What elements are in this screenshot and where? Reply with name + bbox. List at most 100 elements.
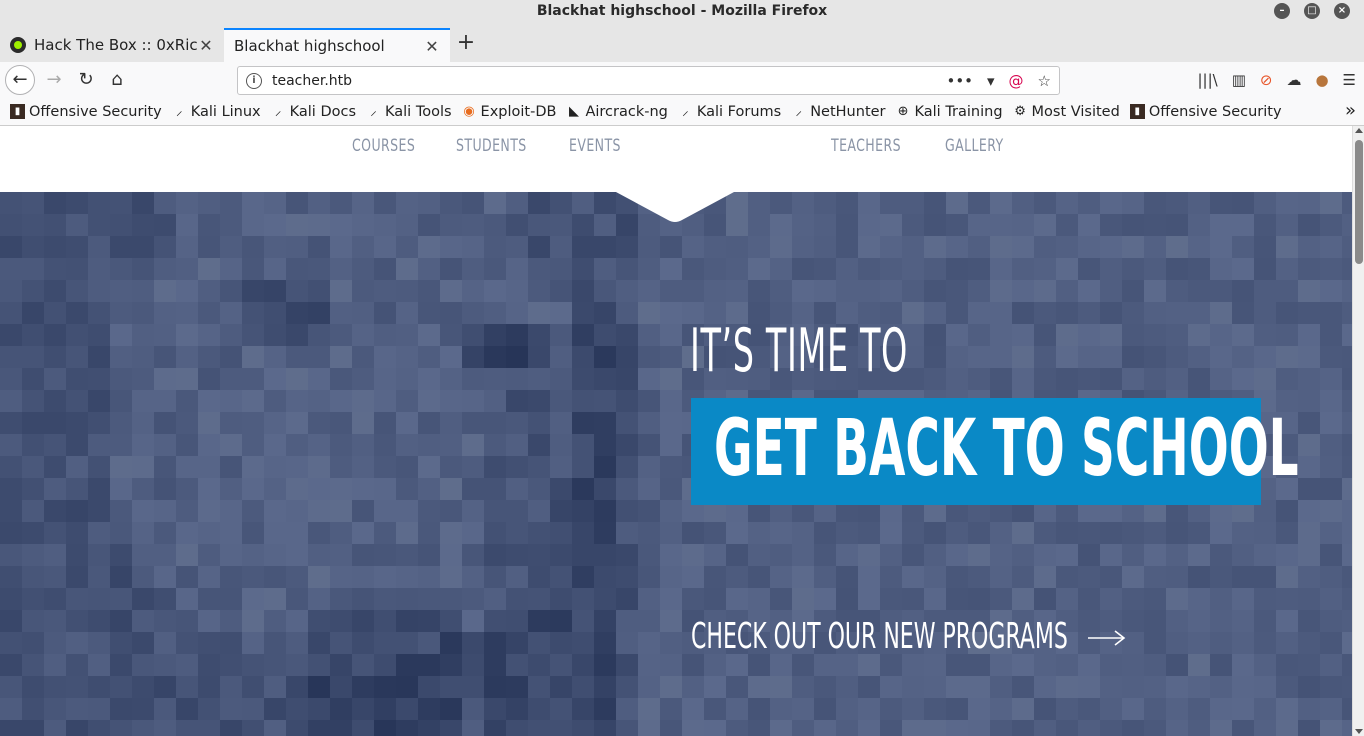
url-input[interactable] xyxy=(272,72,947,89)
arrow-right-icon[interactable] xyxy=(1088,626,1126,650)
background-tile xyxy=(1056,192,1078,214)
background-tile xyxy=(594,566,616,588)
background-tile xyxy=(1210,236,1232,258)
background-tile xyxy=(308,324,330,346)
menu-icon[interactable]: ☰ xyxy=(1343,71,1356,89)
background-tile xyxy=(616,500,638,522)
nav-link-events[interactable]: EVENTS xyxy=(569,136,621,156)
maximize-button[interactable]: □ xyxy=(1304,3,1320,19)
background-tile xyxy=(968,302,990,324)
background-tile xyxy=(968,698,990,720)
library-icon[interactable]: |||\ xyxy=(1197,71,1217,89)
background-tile xyxy=(462,412,484,434)
nav-link-gallery[interactable]: GALLERY xyxy=(945,136,1004,156)
bookmark-item[interactable]: ⸝ Kali Forums xyxy=(678,104,781,120)
nav-link-courses[interactable]: COURSES xyxy=(352,136,415,156)
background-tile xyxy=(352,522,374,544)
background-tile xyxy=(616,610,638,632)
background-tile xyxy=(1034,676,1056,698)
scroll-down-arrow[interactable] xyxy=(1355,729,1363,734)
bookmark-item[interactable]: ⸝ Kali Linux xyxy=(172,104,261,120)
background-tile xyxy=(1298,434,1320,456)
scroll-thumb[interactable] xyxy=(1355,140,1363,264)
background-tile xyxy=(418,654,440,676)
forward-button[interactable]: → xyxy=(40,66,68,94)
bookmark-item[interactable]: ⸝ Kali Docs xyxy=(271,104,356,120)
background-tile xyxy=(374,478,396,500)
background-tile xyxy=(1188,566,1210,588)
home-button[interactable]: ⌂ xyxy=(103,66,131,94)
back-button[interactable]: ← xyxy=(5,65,35,95)
background-tile xyxy=(1144,346,1166,368)
tab-blackhat-highschool[interactable]: Blackhat highschool ✕ xyxy=(224,28,450,62)
bookmark-item[interactable]: ▮ Offensive Security xyxy=(1129,104,1282,120)
background-tile xyxy=(286,390,308,412)
background-tile xyxy=(66,192,88,214)
cookie-icon[interactable]: ● xyxy=(1315,71,1328,89)
nav-link-teachers[interactable]: TEACHERS xyxy=(831,136,901,156)
debian-icon[interactable]: @ xyxy=(1009,72,1024,90)
close-tab-icon[interactable]: ✕ xyxy=(198,36,214,55)
close-tab-icon[interactable]: ✕ xyxy=(424,37,440,56)
background-tile xyxy=(330,346,352,368)
background-tile xyxy=(154,368,176,390)
sidebar-icon[interactable]: ▥ xyxy=(1232,71,1246,89)
extension-ghost-icon[interactable]: ☁ xyxy=(1286,71,1301,89)
site-info-icon[interactable]: i xyxy=(246,72,262,89)
background-tile xyxy=(770,522,792,544)
pocket-icon[interactable]: ▾ xyxy=(987,72,995,90)
exploit-db-icon: ◉ xyxy=(463,104,475,119)
nav-link-students[interactable]: STUDENTS xyxy=(456,136,527,156)
tab-hackthebox[interactable]: Hack The Box :: 0xRick ✕ xyxy=(0,28,224,62)
background-tile xyxy=(110,390,132,412)
background-tile xyxy=(220,258,242,280)
bookmark-item[interactable]: ◣ Aircrack-ng xyxy=(566,104,668,120)
background-tile xyxy=(308,368,330,390)
bookmark-item[interactable]: ⸝ Kali Tools xyxy=(366,104,451,120)
background-tile xyxy=(770,698,792,720)
background-tile xyxy=(308,236,330,258)
programs-link[interactable]: CHECK OUT OUR NEW PROGRAMS xyxy=(691,616,1068,657)
background-tile xyxy=(418,720,440,736)
page-scrollbar[interactable] xyxy=(1352,126,1364,736)
background-tile xyxy=(506,346,528,368)
background-tile xyxy=(264,302,286,324)
extension-blocker-icon[interactable]: ⊘ xyxy=(1260,71,1273,89)
background-tile xyxy=(286,346,308,368)
background-tile xyxy=(440,676,462,698)
background-tile xyxy=(792,566,814,588)
bookmark-item[interactable]: ⸝ NetHunter xyxy=(791,104,885,120)
minimize-button[interactable]: – xyxy=(1274,3,1290,19)
new-tab-button[interactable]: + xyxy=(454,30,478,55)
bookmark-item[interactable]: ⚙ Most Visited xyxy=(1013,104,1120,120)
background-tile xyxy=(1276,346,1298,368)
bookmark-item[interactable]: ▮ Offensive Security xyxy=(10,104,162,120)
reload-button[interactable]: ↻ xyxy=(72,66,100,94)
background-tile xyxy=(264,500,286,522)
bookmark-item[interactable]: ◉ Exploit-DB xyxy=(462,104,556,120)
background-tile xyxy=(154,346,176,368)
background-tile xyxy=(946,258,968,280)
background-tile xyxy=(616,654,638,676)
background-tile xyxy=(440,390,462,412)
background-tile xyxy=(1320,522,1342,544)
background-tile xyxy=(902,698,924,720)
background-tile xyxy=(748,698,770,720)
scroll-up-arrow[interactable] xyxy=(1355,128,1363,133)
background-tile xyxy=(1298,346,1320,368)
background-tile xyxy=(1166,522,1188,544)
page-actions-icon[interactable]: ••• xyxy=(946,72,973,90)
bookmark-star-icon[interactable]: ☆ xyxy=(1038,72,1051,90)
background-tile xyxy=(132,412,154,434)
background-tile xyxy=(1012,214,1034,236)
background-tile xyxy=(924,280,946,302)
url-bar[interactable]: i ••• ▾ @ ☆ xyxy=(237,66,1060,95)
background-tile xyxy=(154,544,176,566)
close-window-button[interactable]: × xyxy=(1334,3,1350,19)
bookmarks-overflow-icon[interactable]: » xyxy=(1345,100,1356,121)
background-tile xyxy=(1034,214,1056,236)
background-tile xyxy=(1342,478,1352,500)
background-tile xyxy=(418,258,440,280)
background-tile xyxy=(1056,654,1078,676)
bookmark-item[interactable]: ⊕ Kali Training xyxy=(896,104,1003,120)
